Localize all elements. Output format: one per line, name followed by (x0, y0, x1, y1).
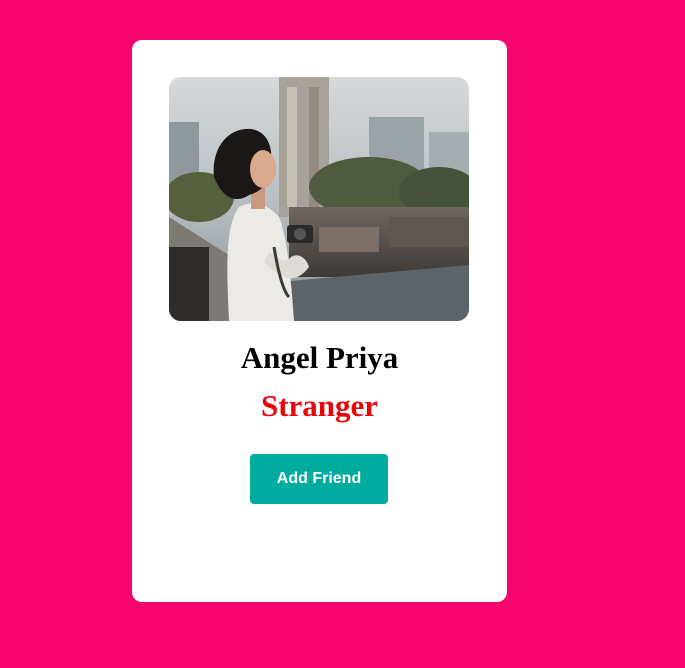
profile-photo (169, 77, 469, 321)
profile-name: Angel Priya (240, 340, 399, 375)
add-friend-button[interactable]: Add Friend (250, 454, 388, 504)
friend-status: Stranger (260, 388, 379, 423)
profile-card: Angel Priya Stranger Add Friend (132, 40, 507, 602)
page-background: { "colors": { "background": "#f5066f", "… (0, 0, 685, 668)
